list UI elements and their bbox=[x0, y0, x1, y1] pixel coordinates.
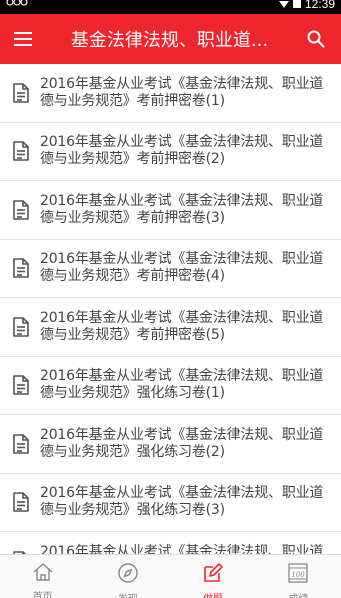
edit-icon bbox=[202, 562, 224, 588]
nav-item-label: 发现 bbox=[118, 590, 138, 598]
nav-item-compass[interactable]: 发现 bbox=[85, 555, 170, 598]
list-item[interactable]: 2016年基金从业考试《基金法律法规、职业道德与业务规范》强化练习卷(1) bbox=[0, 356, 341, 415]
document-icon bbox=[0, 141, 40, 162]
status-time: 12:39 bbox=[304, 0, 335, 11]
app-bar: 基金法律法规、职业道... bbox=[0, 14, 341, 64]
notification-icon bbox=[6, 0, 28, 11]
document-icon bbox=[0, 199, 40, 220]
list-item-title: 2016年基金从业考试《基金法律法规、职业道德与业务规范》考前押密卷(4) bbox=[40, 251, 324, 285]
svg-text:100: 100 bbox=[292, 571, 306, 579]
menu-icon bbox=[14, 32, 32, 46]
list-item-title: 2016年基金从业考试《基金法律法规、职业道德与业务规范》考前押密卷(5) bbox=[40, 309, 324, 343]
status-bar: 12:39 bbox=[0, 0, 341, 14]
list-item-title: 2016年基金从业考试《基金法律法规、职业道德与业务规范》考前押密卷(1) bbox=[40, 75, 324, 109]
battery-icon bbox=[292, 0, 301, 11]
nav-item-label: 做题 bbox=[203, 590, 223, 598]
nav-item-home[interactable]: 首页 bbox=[0, 555, 85, 598]
list-item-title: 2016年基金从业考试《基金法律法规、职业道德与业务规范》强化练习卷(4) bbox=[40, 543, 324, 554]
search-button[interactable] bbox=[291, 14, 341, 64]
status-left bbox=[6, 0, 28, 11]
list-item[interactable]: 2016年基金从业考试《基金法律法规、职业道德与业务规范》考前押密卷(4) bbox=[0, 239, 341, 298]
list-item[interactable]: 2016年基金从业考试《基金法律法规、职业道德与业务规范》强化练习卷(3) bbox=[0, 473, 341, 532]
list-item[interactable]: 2016年基金从业考试《基金法律法规、职业道德与业务规范》考前押密卷(5) bbox=[0, 298, 341, 357]
nav-item-edit[interactable]: 做题 bbox=[171, 555, 256, 598]
wifi-icon bbox=[278, 0, 289, 11]
home-icon bbox=[32, 562, 54, 586]
nav-item-score[interactable]: 100 成绩 bbox=[256, 555, 341, 598]
status-right: 12:39 bbox=[278, 0, 335, 11]
list-item[interactable]: 2016年基金从业考试《基金法律法规、职业道德与业务规范》考前押密卷(1) bbox=[0, 64, 341, 123]
search-icon bbox=[307, 30, 325, 48]
list-item-title: 2016年基金从业考试《基金法律法规、职业道德与业务规范》考前押密卷(2) bbox=[40, 134, 324, 168]
nav-item-label: 成绩 bbox=[288, 590, 308, 598]
document-icon bbox=[0, 375, 40, 396]
document-icon bbox=[0, 82, 40, 103]
list-item[interactable]: 2016年基金从业考试《基金法律法规、职业道德与业务规范》考前押密卷(3) bbox=[0, 181, 341, 240]
list-item-title: 2016年基金从业考试《基金法律法规、职业道德与业务规范》强化练习卷(1) bbox=[40, 368, 324, 402]
list-item[interactable]: 2016年基金从业考试《基金法律法规、职业道德与业务规范》考前押密卷(2) bbox=[0, 122, 341, 181]
nav-item-label: 首页 bbox=[32, 592, 53, 598]
bottom-nav: 首页 发现 做题 100 成绩 bbox=[0, 554, 341, 598]
document-icon bbox=[0, 433, 40, 454]
exam-list: 2016年基金从业考试《基金法律法规、职业道德与业务规范》考前押密卷(1) 20… bbox=[0, 64, 341, 554]
list-item-title: 2016年基金从业考试《基金法律法规、职业道德与业务规范》强化练习卷(3) bbox=[40, 485, 324, 519]
document-icon bbox=[0, 258, 40, 279]
compass-icon bbox=[117, 562, 139, 588]
list-item[interactable]: 2016年基金从业考试《基金法律法规、职业道德与业务规范》强化练习卷(2) bbox=[0, 415, 341, 474]
page-title: 基金法律法规、职业道... bbox=[70, 30, 269, 51]
list-item-title: 2016年基金从业考试《基金法律法规、职业道德与业务规范》考前押密卷(3) bbox=[40, 192, 324, 226]
list-item-title: 2016年基金从业考试《基金法律法规、职业道德与业务规范》强化练习卷(2) bbox=[40, 426, 324, 460]
menu-button[interactable] bbox=[0, 14, 46, 64]
score-icon: 100 bbox=[287, 562, 309, 588]
list-item[interactable]: 2016年基金从业考试《基金法律法规、职业道德与业务规范》强化练习卷(4) bbox=[0, 532, 341, 554]
document-icon bbox=[0, 492, 40, 513]
document-icon bbox=[0, 316, 40, 337]
